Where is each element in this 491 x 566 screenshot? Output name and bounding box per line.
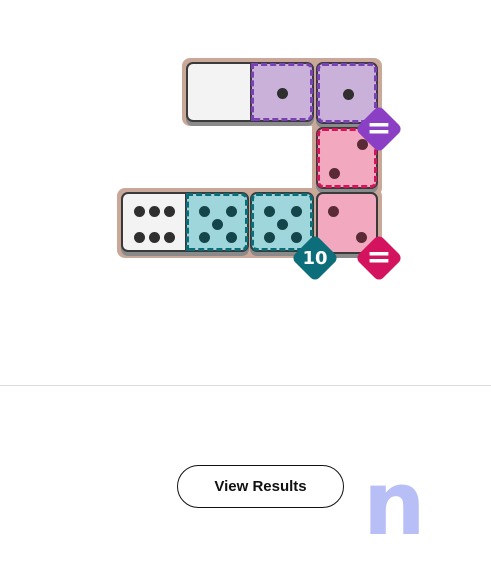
sum-target: 10 — [302, 247, 328, 269]
pip — [343, 89, 354, 100]
section-divider — [0, 385, 491, 386]
pip — [264, 206, 275, 217]
pip — [149, 232, 160, 243]
equal-constraint-badge-purple: = — [354, 104, 404, 154]
pip — [329, 168, 340, 179]
domino-cell-cyan-five-left[interactable] — [185, 192, 249, 252]
sum-constraint-badge: 10 — [290, 233, 340, 283]
pip — [134, 206, 145, 217]
domino-cell-blank[interactable] — [186, 62, 250, 122]
pip — [264, 232, 275, 243]
domino-cell-six[interactable] — [121, 192, 185, 252]
pip — [291, 206, 302, 217]
pip — [277, 219, 288, 230]
pip — [149, 206, 160, 217]
pip — [212, 219, 223, 230]
pip — [199, 206, 210, 217]
pip — [226, 206, 237, 217]
equal-constraint-badge-pink: = — [354, 233, 404, 283]
equal-sign: = — [366, 240, 392, 275]
pip — [328, 206, 339, 217]
pip — [277, 88, 288, 99]
pip — [226, 232, 237, 243]
view-results-button[interactable]: View Results — [177, 465, 344, 508]
pip — [164, 206, 175, 217]
pip — [134, 232, 145, 243]
domino-cell-purple-one[interactable] — [250, 62, 314, 122]
brand-logo: n — [363, 452, 426, 555]
pip — [199, 232, 210, 243]
pip — [164, 232, 175, 243]
equal-sign: = — [366, 111, 392, 146]
